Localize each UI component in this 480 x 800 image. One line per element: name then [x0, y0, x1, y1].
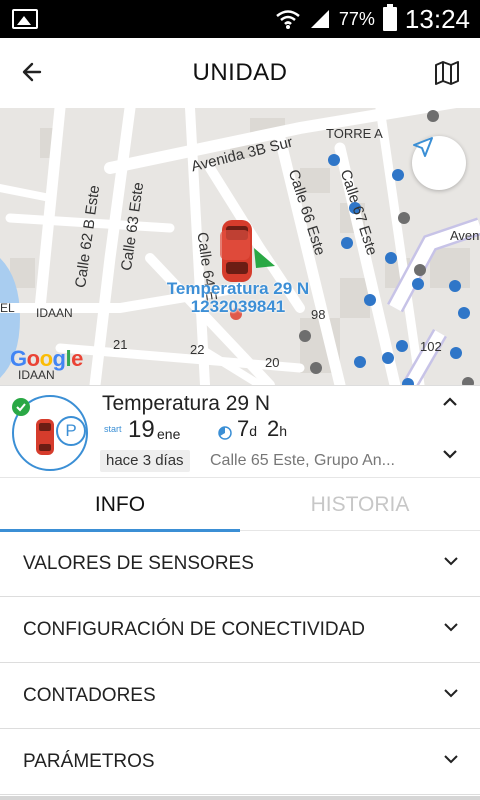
unit-info-panel[interactable]: P Temperatura 29 N start 19 ene 7d 2h ha…	[0, 385, 480, 477]
wifi-icon	[276, 10, 300, 29]
bottom-divider	[0, 796, 480, 800]
app-bar: UNIDAD	[0, 38, 480, 108]
tab-historia[interactable]: HISTORIA	[240, 478, 480, 531]
status-bar: 77% 13:24	[0, 0, 480, 38]
map-number: 21	[113, 337, 128, 352]
chevron-down-icon	[444, 755, 458, 764]
map-number: 22	[190, 342, 205, 357]
chevron-up-icon[interactable]	[442, 396, 458, 408]
status-icons: 77% 13:24	[275, 0, 470, 38]
battery-percent: 77%	[338, 8, 375, 29]
street-label: EL	[0, 301, 15, 315]
start-day: 19	[128, 416, 155, 443]
map-view[interactable]: Avenida 3B Sur TORRE A Calle 62 B Este C…	[0, 108, 480, 385]
google-logo: Google	[10, 346, 83, 371]
section-counters[interactable]: CONTADORES	[0, 663, 480, 729]
navigation-arrow-icon	[413, 137, 433, 157]
street-label: IDAAN	[36, 306, 73, 320]
arrow-left-icon[interactable]	[20, 60, 44, 84]
image-notification-icon	[12, 9, 38, 29]
online-status-icon	[12, 398, 30, 416]
map-number: 102	[420, 339, 442, 354]
locate-button[interactable]	[412, 136, 466, 190]
section-parameters[interactable]: PARÁMETROS	[0, 729, 480, 795]
street-label: Aven	[450, 228, 480, 243]
tab-info[interactable]: INFO	[0, 478, 240, 532]
map-unit-id: 1232039841	[190, 297, 286, 316]
duration-days: 7d	[237, 416, 258, 441]
chevron-down-icon	[444, 689, 458, 698]
page-title: UNIDAD	[192, 59, 288, 86]
section-label: CONFIGURACIÓN DE CONECTIVIDAD	[23, 618, 366, 640]
chevron-down-icon	[444, 623, 458, 632]
map-number: 20	[265, 355, 280, 370]
parking-icon: P	[56, 416, 86, 446]
map-unit-name: Temperatura 29 N	[166, 279, 310, 298]
map-icon[interactable]	[434, 60, 460, 86]
time-ago-badge: hace 3 días	[100, 450, 190, 472]
clock: 13:24	[404, 3, 470, 34]
section-connectivity-config[interactable]: CONFIGURACIÓN DE CONECTIVIDAD	[0, 597, 480, 663]
unit-name: Temperatura 29 N	[102, 392, 271, 415]
start-tag: start	[104, 424, 122, 434]
duration-hours: 2h	[267, 416, 288, 441]
section-label: CONTADORES	[23, 684, 156, 706]
chevron-down-icon[interactable]	[442, 448, 458, 460]
section-sensor-values[interactable]: VALORES DE SENSORES	[0, 531, 480, 597]
tab-bar: INFO HISTORIA	[0, 477, 480, 532]
chevron-down-icon	[444, 557, 458, 566]
signal-icon	[310, 10, 329, 28]
unit-address: Calle 65 Este, Grupo An...	[210, 452, 395, 469]
car-marker[interactable]	[220, 220, 252, 282]
section-label: PARÁMETROS	[23, 750, 155, 772]
section-label: VALORES DE SENSORES	[23, 552, 254, 574]
start-month: ene	[157, 426, 181, 442]
duration-pie-icon	[218, 426, 232, 440]
street-label: TORRE A	[326, 126, 383, 141]
battery-icon	[382, 4, 397, 31]
map-unit-label[interactable]: Temperatura 29 N 1232039841	[148, 280, 328, 316]
